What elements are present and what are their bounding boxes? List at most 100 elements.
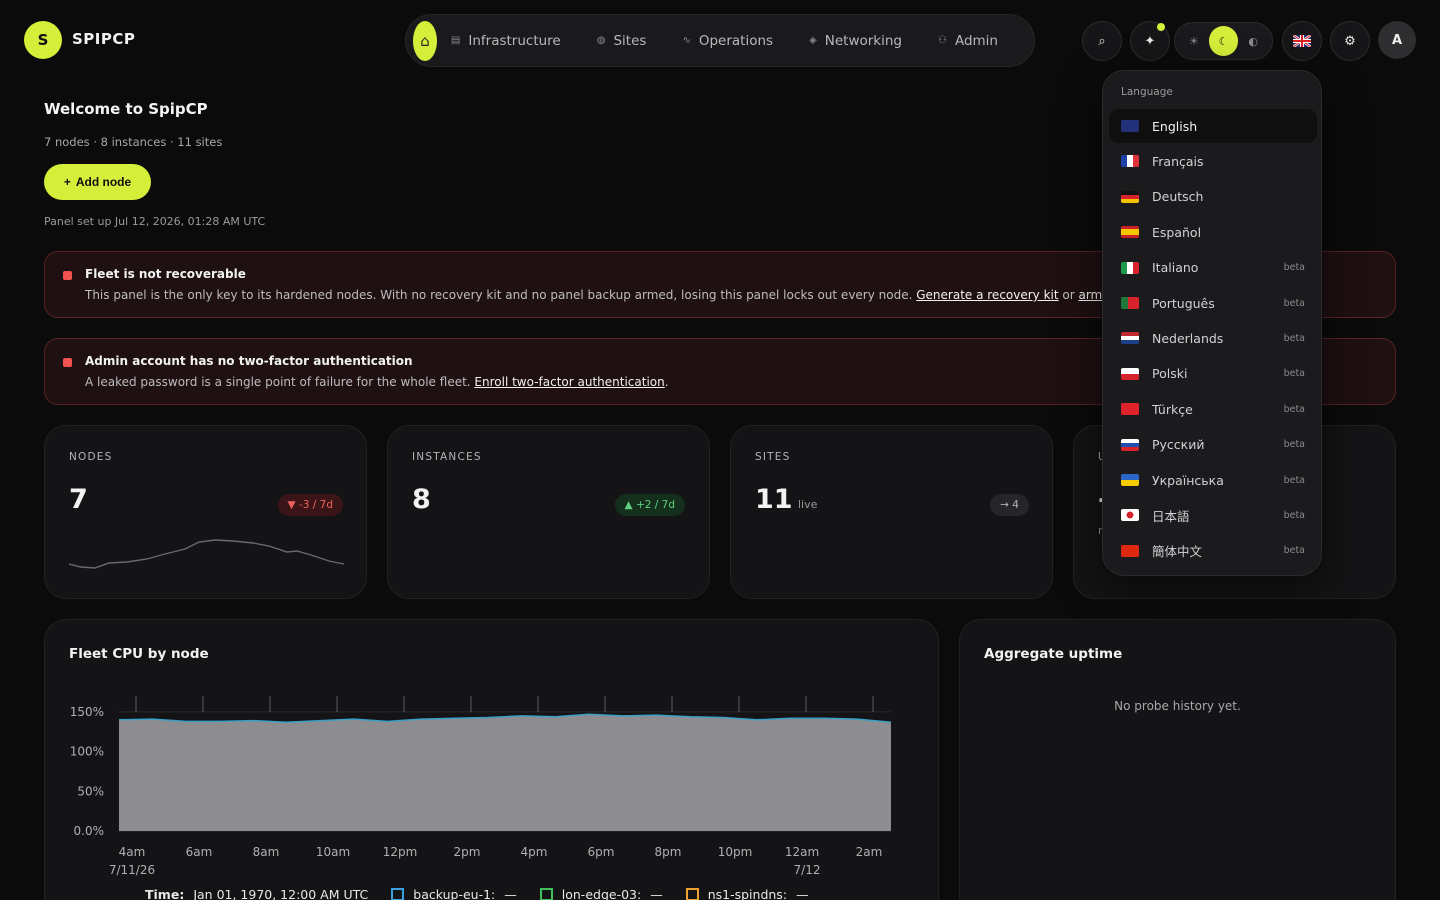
ru-flag-icon bbox=[1121, 438, 1139, 451]
language-option-gb[interactable]: English bbox=[1109, 109, 1317, 143]
beta-badge: beta bbox=[1283, 403, 1305, 415]
beta-badge: beta bbox=[1283, 297, 1305, 309]
language-option-label: English bbox=[1152, 118, 1198, 134]
x-tick-label: 12am bbox=[785, 845, 819, 859]
language-option-cn[interactable]: 簡体中文 beta bbox=[1109, 534, 1317, 568]
language-button[interactable] bbox=[1282, 21, 1322, 61]
stat-label: NODES bbox=[69, 451, 113, 463]
y-tick-label: 150% bbox=[70, 705, 104, 719]
beta-badge: beta bbox=[1283, 262, 1305, 274]
empty-state-message: No probe history yet. bbox=[1114, 699, 1241, 713]
alert-icon bbox=[63, 358, 72, 367]
nav-home-button[interactable]: ⌂ bbox=[413, 20, 437, 61]
setup-timestamp: Panel set up Jul 12, 2026, 01:28 AM UTC bbox=[44, 215, 266, 228]
language-option-label: Deutsch bbox=[1152, 189, 1204, 205]
stat-card-nodes[interactable]: NODES 7 ▼ -3 / 7d bbox=[44, 425, 367, 599]
gear-icon: ⚙ bbox=[1344, 33, 1356, 49]
beta-badge: beta bbox=[1283, 545, 1305, 557]
trend-badge: ▲ +2 / 7d bbox=[614, 494, 685, 516]
search-icon: ⌕ bbox=[1098, 33, 1106, 49]
uk-flag-icon bbox=[1293, 35, 1311, 47]
nav-item-infrastructure[interactable]: ▤ Infrastructure bbox=[451, 33, 561, 49]
theme-switcher: ☀ ☾ ◐ bbox=[1174, 22, 1273, 60]
fleet-cpu-chart[interactable]: 0.0% 50% 100% 150% 4am 6am 8am 10am 12pm 2pm 4pm 6p… bbox=[45, 680, 925, 900]
fleet-cpu-panel: Fleet CPU by node 0.0% 50% 100% 150% 4am 6am 8… bbox=[44, 619, 939, 900]
x-tick-label: 10pm bbox=[718, 845, 753, 859]
beta-badge: beta bbox=[1283, 368, 1305, 380]
language-option-es[interactable]: Español bbox=[1109, 215, 1317, 249]
ua-flag-icon bbox=[1121, 474, 1139, 486]
legend-time-value: Jan 01, 1970, 12:00 AM UTC bbox=[193, 887, 369, 900]
alert-joiner: or bbox=[1058, 288, 1079, 302]
pulse-icon: ∿ bbox=[682, 35, 691, 46]
language-option-tr[interactable]: Türkçe beta bbox=[1109, 392, 1317, 426]
stat-card-sites[interactable]: SITES 11 live → 4 bbox=[730, 425, 1053, 599]
language-option-pt[interactable]: Português beta bbox=[1109, 286, 1317, 320]
globe-icon: ◍ bbox=[596, 35, 606, 46]
legend-series-name: lon-edge-03: bbox=[561, 887, 642, 900]
theme-light-option[interactable]: ☀ bbox=[1179, 26, 1209, 56]
nav-item-admin[interactable]: ⚇ Admin bbox=[938, 33, 998, 49]
plus-icon: + bbox=[63, 175, 71, 189]
alert-body-text: This panel is the only key to its harden… bbox=[85, 288, 917, 302]
fleet-summary: 7 nodes · 8 instances · 11 sites bbox=[44, 135, 223, 149]
nav-item-networking[interactable]: ◈ Networking bbox=[809, 33, 902, 49]
enroll-2fa-link[interactable]: Enroll two-factor authentication bbox=[474, 375, 664, 389]
stat-label: INSTANCES bbox=[412, 451, 482, 463]
legend-series-value: — bbox=[504, 887, 517, 900]
nav-item-operations[interactable]: ∿ Operations bbox=[682, 33, 773, 49]
search-button[interactable]: ⌕ bbox=[1082, 21, 1122, 61]
alert-icon bbox=[63, 271, 72, 280]
legend-series-value: — bbox=[796, 887, 809, 900]
pl-flag-icon bbox=[1121, 367, 1139, 380]
theme-system-option[interactable]: ◐ bbox=[1238, 26, 1268, 56]
language-option-label: Italiano bbox=[1152, 260, 1199, 276]
theme-dark-option[interactable]: ☾ bbox=[1208, 26, 1239, 56]
x-tick-label: 8pm bbox=[655, 845, 682, 859]
y-tick-label: 100% bbox=[70, 745, 104, 759]
alert-body: This panel is the only key to its harden… bbox=[85, 288, 1151, 302]
page-title: Welcome to SpipCP bbox=[44, 100, 208, 118]
add-node-button[interactable]: + Add node bbox=[44, 164, 151, 200]
language-option-ru[interactable]: Русский beta bbox=[1109, 428, 1317, 462]
language-option-label: 日本語 bbox=[1152, 508, 1190, 524]
gb-flag-icon bbox=[1121, 120, 1139, 132]
nav-item-sites[interactable]: ◍ Sites bbox=[597, 33, 647, 49]
x-date-label: 7/12 bbox=[794, 863, 821, 877]
x-tick-label: 2pm bbox=[454, 845, 481, 859]
language-option-label: Türkçe bbox=[1152, 401, 1193, 417]
x-tick-label: 6pm bbox=[588, 845, 615, 859]
main-nav: ⌂ ▤ Infrastructure ◍ Sites ∿ Operations ◈ Ne… bbox=[405, 14, 1035, 67]
tr-flag-icon bbox=[1121, 403, 1139, 416]
alert-title: Fleet is not recoverable bbox=[85, 267, 246, 281]
language-option-jp[interactable]: 日本語 beta bbox=[1109, 498, 1317, 532]
beta-badge: beta bbox=[1283, 332, 1305, 344]
notification-dot bbox=[1157, 23, 1165, 31]
language-dropdown: Language English Français Deutsch Español It… bbox=[1102, 70, 1322, 576]
panel-title: Fleet CPU by node bbox=[69, 646, 209, 662]
stat-card-instances[interactable]: INSTANCES 8 ▲ +2 / 7d bbox=[387, 425, 710, 599]
brand-logo[interactable]: S bbox=[24, 21, 62, 59]
user-avatar[interactable]: A bbox=[1378, 21, 1416, 59]
stat-value: 8 bbox=[412, 484, 431, 515]
language-option-ua[interactable]: Українська beta bbox=[1109, 463, 1317, 497]
home-icon: ⌂ bbox=[420, 31, 430, 50]
language-option-label: Українська bbox=[1152, 472, 1224, 488]
language-option-nl[interactable]: Nederlands beta bbox=[1109, 321, 1317, 355]
language-option-fr[interactable]: Français bbox=[1109, 144, 1317, 178]
settings-button[interactable]: ⚙ bbox=[1330, 21, 1370, 61]
language-option-it[interactable]: Italiano beta bbox=[1109, 251, 1317, 285]
language-option-label: Français bbox=[1152, 153, 1204, 169]
legend-time-label: Time: bbox=[145, 887, 185, 900]
alert-title: Admin account has no two-factor authenti… bbox=[85, 354, 413, 368]
language-option-de[interactable]: Deutsch bbox=[1109, 180, 1317, 214]
language-option-label: Nederlands bbox=[1152, 330, 1224, 346]
language-option-pl[interactable]: Polski beta bbox=[1109, 357, 1317, 391]
fr-flag-icon bbox=[1121, 155, 1139, 168]
language-option-label: Português bbox=[1152, 295, 1215, 311]
nav-item-label: Operations bbox=[698, 32, 774, 49]
generate-recovery-kit-link[interactable]: Generate a recovery kit bbox=[916, 288, 1058, 302]
pt-flag-icon bbox=[1121, 297, 1139, 309]
x-tick-label: 6am bbox=[186, 845, 213, 859]
legend-series-name: ns1-spindns: bbox=[707, 887, 788, 900]
